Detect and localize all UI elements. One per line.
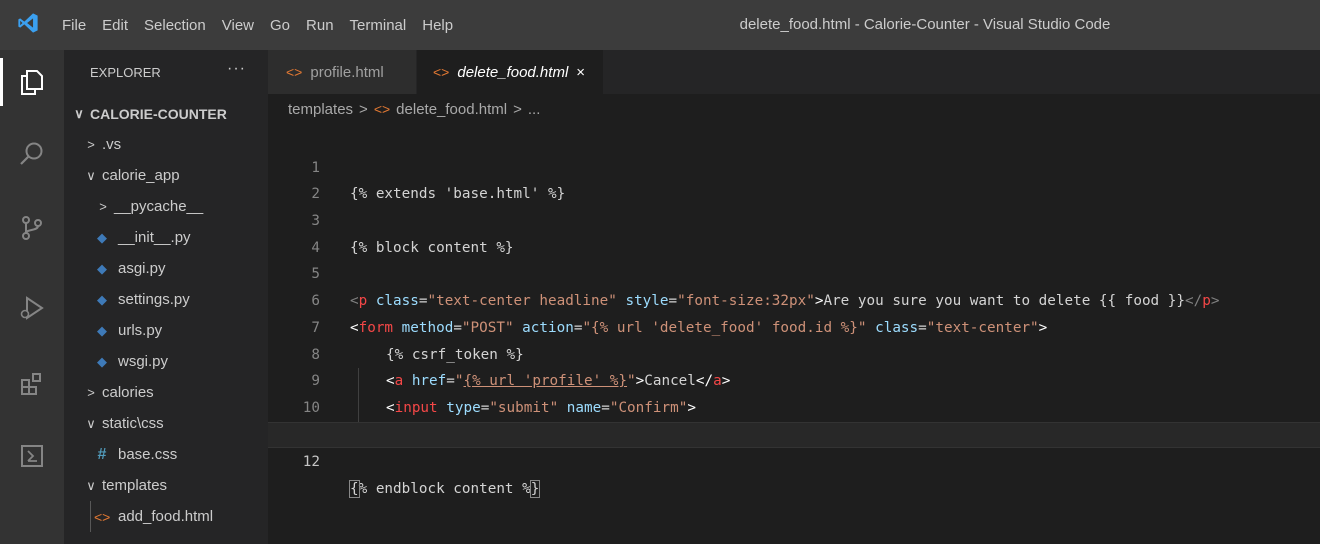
code-line: 4 — [268, 208, 1320, 256]
tree-item-init-py[interactable]: ◆ __init__.py — [64, 222, 268, 253]
tree-item-label: settings.py — [118, 291, 190, 308]
html-file-icon: <> — [94, 508, 111, 525]
html-file-icon: <> — [433, 64, 450, 80]
html-file-icon: <> — [373, 101, 391, 117]
code-line: 7 {% csrf_token %} — [268, 288, 1320, 363]
explorer-header: EXPLORER ··· — [64, 50, 268, 94]
chevron-right-icon: > — [513, 100, 522, 118]
tree-item-label: urls.py — [118, 322, 163, 339]
tree-item-calories[interactable]: > calories — [64, 377, 268, 408]
window-title: delete_food.html - Calorie-Counter - Vis… — [739, 16, 1111, 33]
python-file-icon: ◆ — [97, 229, 107, 245]
explorer-activity-button[interactable] — [0, 58, 52, 106]
css-file-icon: # — [97, 445, 107, 463]
source-control-activity-button[interactable] — [12, 208, 52, 248]
tree-item-label: templates — [102, 477, 168, 494]
line-number: 12 — [302, 454, 320, 471]
search-icon — [20, 142, 43, 165]
tab-profile-html[interactable]: <> profile.html — [268, 50, 416, 94]
run-debug-icon — [20, 296, 44, 320]
breadcrumb-file[interactable]: delete_food.html — [396, 101, 507, 118]
tree-item-settings-py[interactable]: ◆ settings.py — [64, 284, 268, 315]
extensions-icon — [21, 373, 41, 395]
close-icon[interactable]: × — [576, 64, 585, 81]
code-line: 10 </form> — [268, 368, 1320, 443]
code-line: 2 — [268, 155, 1320, 202]
chevron-down-icon: ∨ — [86, 415, 96, 431]
breadcrumb: templates > <> delete_food.html > ... — [288, 94, 540, 124]
code-line-current: 12 {% endblock content %} — [268, 421, 1320, 498]
tree-item-label: base.css — [118, 446, 178, 463]
run-debug-activity-button[interactable] — [12, 288, 52, 328]
title-bar: File Edit Selection View Go Run Terminal… — [0, 0, 1320, 50]
terminal-panel-icon — [21, 445, 43, 467]
tree-item-static-css[interactable]: ∨ static\css — [64, 408, 268, 439]
code-editor[interactable]: 1 {% extends 'base.html' %} 2 3 {% block… — [268, 128, 1320, 498]
tree-item-label: wsgi.py — [118, 353, 169, 370]
tree-item-label: calorie_app — [102, 167, 180, 184]
chevron-down-icon: ∨ — [74, 105, 84, 121]
code-line: 11 — [268, 395, 1320, 443]
tab-bar: <> profile.html <> delete_food.html × — [268, 50, 1320, 94]
terminal-panel-button[interactable] — [12, 436, 52, 476]
tab-delete-food-html[interactable]: <> delete_food.html × — [417, 50, 603, 94]
code-line: 1 {% extends 'base.html' %} — [268, 128, 1320, 203]
code-line: 6 <form method="POST" action="{% url 'de… — [268, 261, 1320, 336]
tree-item-pycache[interactable]: > __pycache__ — [64, 191, 268, 222]
explorer-title: EXPLORER — [90, 65, 161, 80]
python-file-icon: ◆ — [97, 260, 107, 276]
breadcrumb-more[interactable]: ... — [528, 101, 541, 118]
chevron-right-icon: > — [359, 100, 368, 118]
python-file-icon: ◆ — [97, 353, 107, 369]
workspace-label: CALORIE-COUNTER — [90, 105, 227, 122]
code-line: 5 <p class="text-center headline" style=… — [268, 235, 1320, 309]
tab-label: delete_food.html — [457, 63, 569, 81]
html-file-icon: <> — [286, 64, 303, 80]
code-token: % endblock content % — [358, 480, 531, 497]
tree-item-calorie-app[interactable]: ∨ calorie_app — [64, 160, 268, 191]
tree-item-vs[interactable]: > .vs — [64, 129, 268, 160]
tree-item-label: __init__.py — [118, 229, 191, 246]
more-actions-icon[interactable]: ··· — [227, 60, 246, 78]
editor-area: <> profile.html <> delete_food.html × te… — [268, 50, 1320, 544]
tree-item-templates[interactable]: ∨ templates — [64, 470, 268, 501]
files-icon — [21, 70, 43, 95]
chevron-right-icon: > — [99, 199, 107, 214]
activity-bar — [0, 50, 64, 544]
workspace-section[interactable]: ∨ CALORIE-COUNTER — [64, 98, 268, 129]
tree-item-base-css[interactable]: # base.css — [64, 439, 268, 470]
tree-item-urls-py[interactable]: ◆ urls.py — [64, 315, 268, 346]
chevron-down-icon: ∨ — [86, 167, 96, 183]
search-activity-button[interactable] — [12, 134, 52, 174]
tree-item-add-food-html[interactable]: <> add_food.html — [64, 501, 268, 532]
chevron-right-icon: > — [87, 385, 95, 400]
tree-indent-guide — [90, 501, 91, 532]
tree-item-label: add_food.html — [118, 508, 214, 525]
code-line: 9 <input type="submit" name="Confirm"> — [268, 342, 1320, 416]
python-file-icon: ◆ — [97, 291, 107, 307]
tree-item-label: .vs — [102, 136, 122, 153]
extensions-activity-button[interactable] — [12, 364, 52, 404]
python-file-icon: ◆ — [97, 322, 107, 338]
tree-item-label: asgi.py — [118, 260, 166, 277]
code-line: 8 <a href="{% url 'profile' %}">Cancel</… — [268, 315, 1320, 390]
tree-item-label: __pycache__ — [114, 198, 204, 215]
code-text: {% endblock content %} — [349, 476, 541, 503]
tree-item-label: static\css — [102, 415, 164, 432]
bracket-match: { — [349, 479, 360, 498]
code-line: 3 {% block content %} — [268, 181, 1320, 256]
explorer-sidebar: EXPLORER ··· ∨ CALORIE-COUNTER > .vs ∨ c… — [64, 50, 268, 544]
chevron-down-icon: ∨ — [86, 477, 96, 493]
source-control-icon — [22, 216, 42, 240]
tree-item-wsgi-py[interactable]: ◆ wsgi.py — [64, 346, 268, 377]
tab-label: profile.html — [310, 63, 384, 81]
tree-item-asgi-py[interactable]: ◆ asgi.py — [64, 253, 268, 284]
breadcrumb-folder[interactable]: templates — [288, 101, 353, 118]
chevron-right-icon: > — [87, 137, 95, 152]
tree-item-label: calories — [102, 384, 154, 401]
bracket-match: } — [529, 479, 541, 498]
